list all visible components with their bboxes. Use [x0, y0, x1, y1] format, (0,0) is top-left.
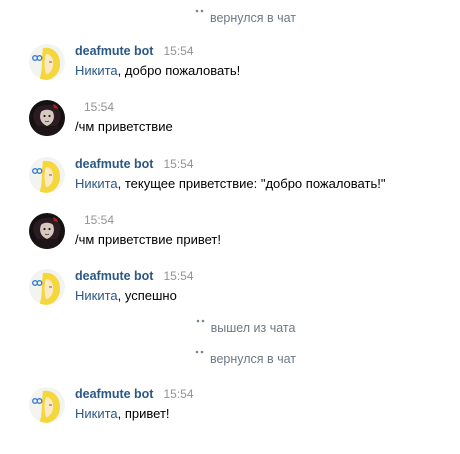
bot-avatar[interactable] — [29, 157, 65, 193]
message-text: Никита, успешно — [75, 288, 177, 303]
message-time[interactable]: 15:54 — [163, 44, 193, 58]
message-body: , привет! — [117, 406, 170, 421]
message-header: deafmute bot 15:54 — [75, 157, 194, 173]
message-text: /чм приветствие привет! — [75, 232, 221, 247]
mini-avatar-icon[interactable] — [195, 318, 207, 332]
message-item: deafmute bot 15:54 Никита, привет! — [0, 387, 460, 429]
message-body: , текущее приветствие: "добро пожаловать… — [117, 176, 386, 191]
message-body: /чм приветствие — [75, 119, 173, 134]
message-item: deafmute bot 15:54 Никита, текущее приве… — [0, 157, 460, 199]
user-avatar[interactable] — [29, 213, 65, 249]
bot-avatar[interactable] — [29, 44, 65, 80]
service-text: вышел из чата — [210, 321, 296, 335]
message-time[interactable]: 15:54 — [84, 100, 114, 114]
service-message: вернулся в чат — [0, 9, 460, 27]
service-text: вернулся в чат — [209, 11, 297, 25]
message-author[interactable]: deafmute bot — [75, 387, 153, 401]
chat-history: вернулся в чат deafmute bot 15:54 Никита… — [0, 0, 460, 454]
message-item: deafmute bot 15:54 Никита, добро пожалов… — [0, 44, 460, 86]
service-message: вернулся в чат — [0, 350, 460, 368]
message-time[interactable]: 15:54 — [163, 157, 193, 171]
mini-avatar-icon[interactable] — [194, 349, 206, 363]
message-text: Никита, добро пожаловать! — [75, 63, 240, 78]
message-author[interactable]: deafmute bot — [75, 157, 153, 171]
mention-link[interactable]: Никита — [75, 63, 118, 78]
message-header: deafmute bot 15:54 — [75, 44, 194, 60]
bot-avatar[interactable] — [29, 387, 65, 423]
message-author[interactable]: deafmute bot — [75, 269, 153, 283]
message-item: deafmute bot 15:54 Никита, успешно — [0, 269, 460, 311]
message-item: 15:54 /чм приветствие — [0, 100, 460, 142]
mention-link[interactable]: Никита — [75, 406, 118, 421]
message-text: /чм приветствие — [75, 119, 173, 134]
message-item: 15:54 /чм приветствие привет! — [0, 213, 460, 255]
bot-avatar[interactable] — [29, 269, 65, 305]
service-message: вышел из чата — [0, 319, 460, 337]
service-text: вернулся в чат — [209, 352, 297, 366]
message-header: deafmute bot 15:54 — [75, 387, 194, 403]
user-avatar[interactable] — [29, 100, 65, 136]
message-time[interactable]: 15:54 — [163, 269, 193, 283]
message-text: Никита, текущее приветствие: "добро пожа… — [75, 176, 385, 191]
message-header: 15:54 — [84, 100, 114, 116]
message-body: , добро пожаловать! — [117, 63, 241, 78]
message-body: , успешно — [117, 288, 177, 303]
mention-link[interactable]: Никита — [75, 176, 118, 191]
message-header: 15:54 — [84, 213, 114, 229]
message-header: deafmute bot 15:54 — [75, 269, 194, 285]
mention-link[interactable]: Никита — [75, 288, 118, 303]
message-body: /чм приветствие привет! — [75, 232, 221, 247]
message-author[interactable]: deafmute bot — [75, 44, 153, 58]
mini-avatar-icon[interactable] — [194, 8, 206, 22]
message-time[interactable]: 15:54 — [84, 213, 114, 227]
message-text: Никита, привет! — [75, 406, 170, 421]
message-time[interactable]: 15:54 — [163, 387, 193, 401]
